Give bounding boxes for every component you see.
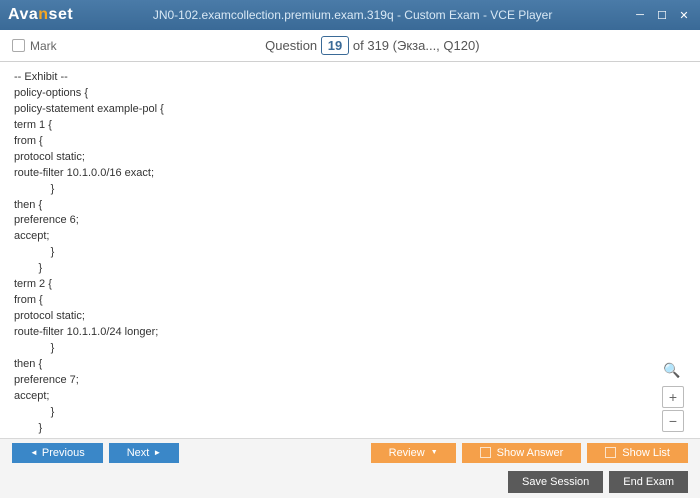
review-button[interactable]: Review [371,443,456,463]
app-logo: Avanset [8,6,73,24]
save-session-button[interactable]: Save Session [508,471,603,493]
end-exam-button[interactable]: End Exam [609,471,688,493]
show-answer-button[interactable]: Show Answer [462,443,582,463]
zoom-in-button[interactable]: + [662,386,684,408]
previous-button[interactable]: Previous [12,443,103,463]
question-counter: Question 19 of 319 (Экза..., Q120) [57,36,688,55]
titlebar: Avanset JN0-102.examcollection.premium.e… [0,0,700,30]
next-button[interactable]: Next [109,443,180,463]
maximize-icon[interactable]: ☐ [654,8,670,22]
window-controls: ─ ☐ ✕ [632,8,692,22]
mark-label: Mark [30,39,57,53]
search-icon[interactable]: 🔍 [662,360,682,380]
show-list-button[interactable]: Show List [587,443,688,463]
exhibit-text: -- Exhibit -- policy-options { policy-st… [14,70,686,438]
window-title: JN0-102.examcollection.premium.exam.319q… [73,8,632,22]
question-content: -- Exhibit -- policy-options { policy-st… [0,62,700,438]
question-number: 19 [321,36,349,55]
close-icon[interactable]: ✕ [676,8,692,22]
zoom-out-button[interactable]: − [662,410,684,432]
minimize-icon[interactable]: ─ [632,8,648,22]
mark-checkbox[interactable]: Mark [12,39,57,53]
action-footer: Save Session End Exam [0,466,700,498]
question-header: Mark Question 19 of 319 (Экза..., Q120) [0,30,700,62]
checkbox-icon [480,447,491,458]
nav-footer: Previous Next Review Show Answer Show Li… [0,438,700,466]
zoom-controls: 🔍 + − [662,360,684,432]
checkbox-icon [605,447,616,458]
checkbox-icon[interactable] [12,39,25,52]
